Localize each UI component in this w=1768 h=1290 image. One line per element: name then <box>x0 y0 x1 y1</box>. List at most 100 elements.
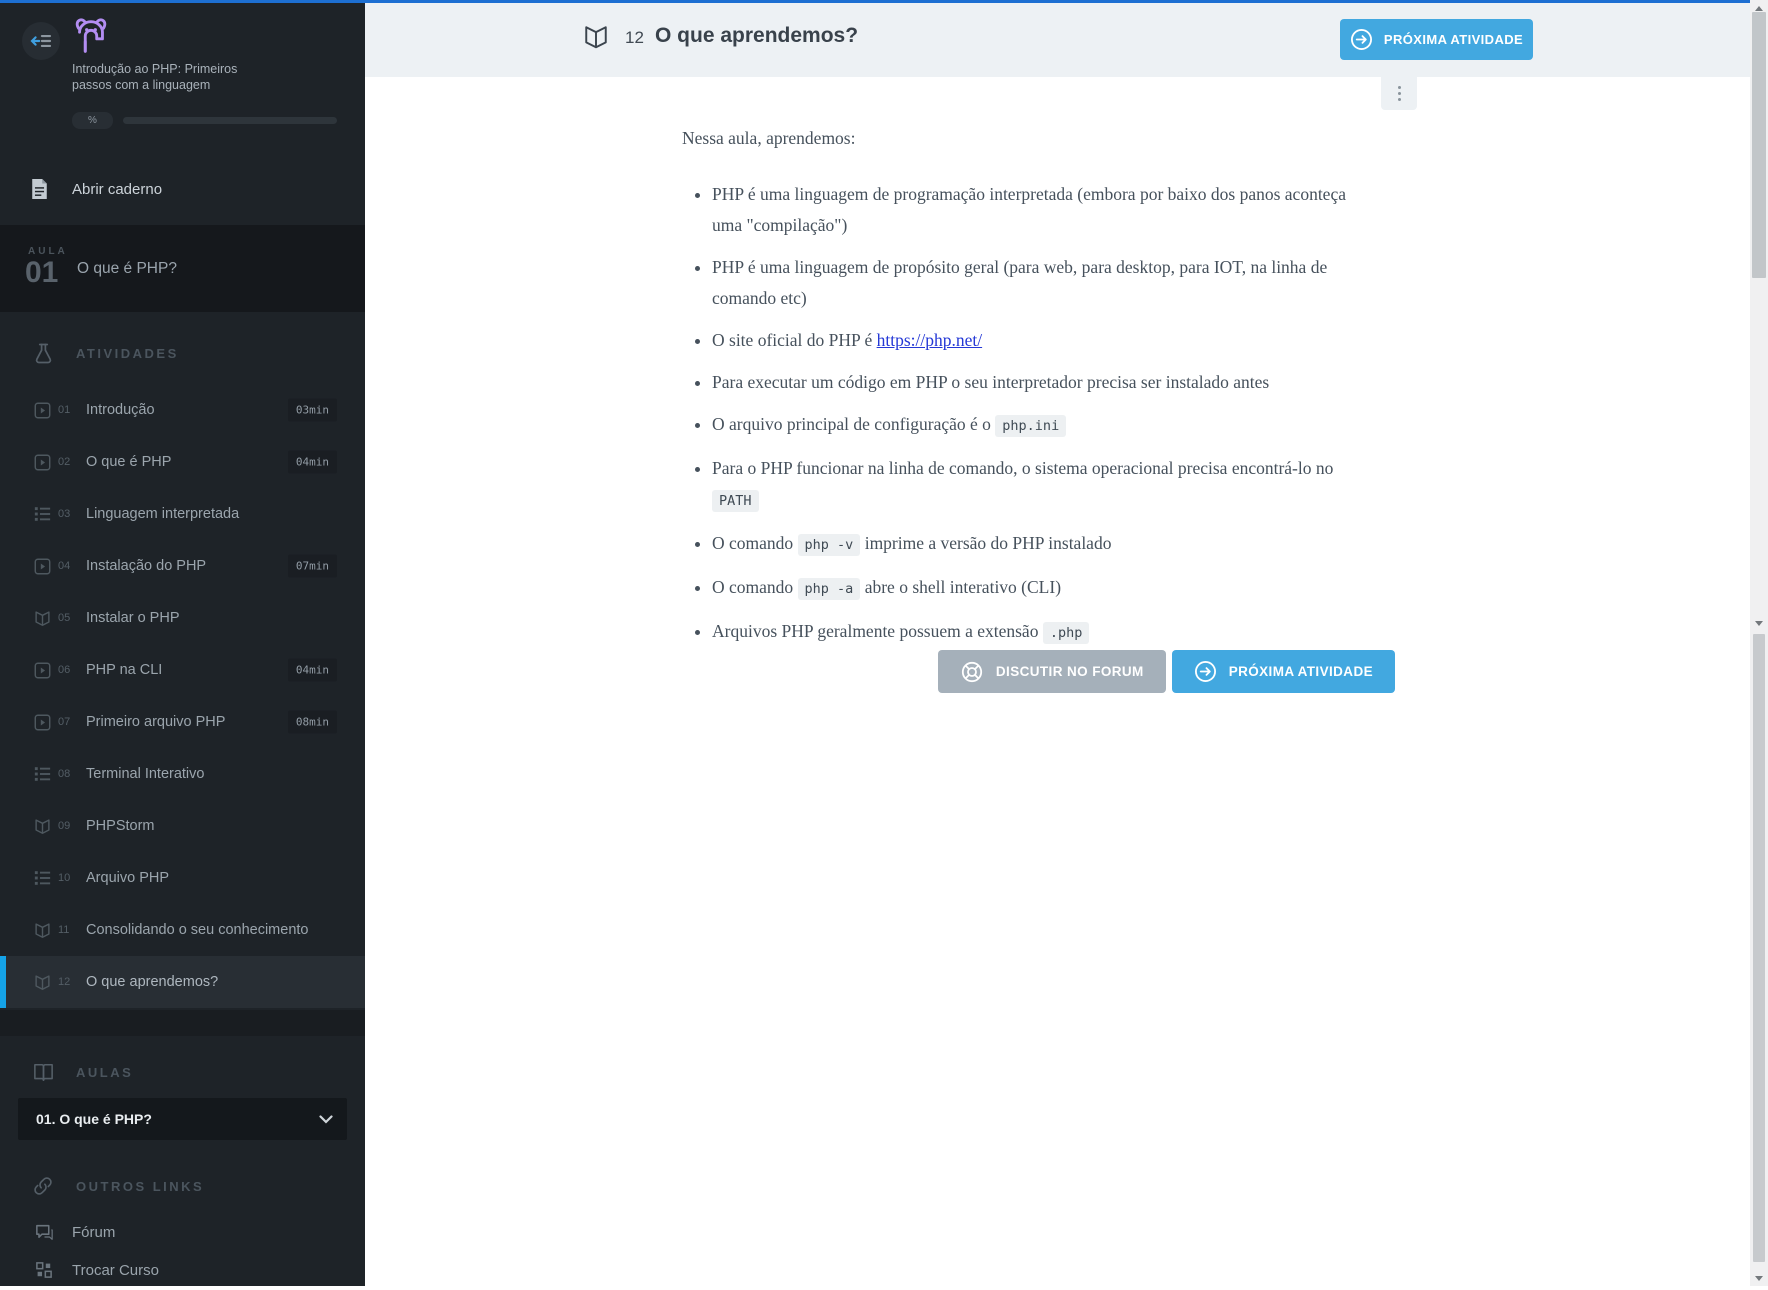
activity-label: Terminal Interativo <box>86 766 204 782</box>
arrow-right-circle-icon <box>1194 660 1217 683</box>
activity-duration-badge: 07min <box>288 555 337 578</box>
sidebar-item-forum[interactable]: Fórum <box>0 1212 365 1252</box>
switch-course-grid-icon <box>34 1262 54 1278</box>
lesson-content: Nessa aula, aprendemos: PHP é uma lingua… <box>682 112 1395 660</box>
activities-list: 01Introdução03min02O que é PHP04min03Lin… <box>0 384 365 1008</box>
video-activity-icon <box>34 454 51 471</box>
next-activity-button-footer[interactable]: PRÓXIMA ATIVIDADE <box>1172 650 1395 693</box>
activity-label: Consolidando o seu conhecimento <box>86 922 308 938</box>
other-links-section-header: OUTROS LINKS <box>0 1166 365 1206</box>
activity-item-01[interactable]: 01Introdução03min <box>0 384 365 436</box>
inline-code: PATH <box>712 490 759 512</box>
activities-section-label: ATIVIDADES <box>76 346 179 361</box>
aulas-section-header: AULAS <box>0 1052 365 1092</box>
summary-bullet: Para executar um código em PHP o seu int… <box>712 367 1362 398</box>
lesson-number: 01 <box>25 256 58 290</box>
activity-label: Linguagem interpretada <box>86 506 239 522</box>
course-sidebar: Introdução ao PHP: Primeiros passos com … <box>0 0 365 1286</box>
video-activity-icon <box>34 558 51 575</box>
kebab-menu-icon <box>1398 86 1401 89</box>
activity-number: 12 <box>625 28 644 48</box>
activity-label: Instalar o PHP <box>86 610 180 626</box>
scroll-down-arrow-inner[interactable] <box>1750 616 1768 630</box>
activity-item-12[interactable]: 12 O que aprendemos? <box>0 956 365 1008</box>
activity-item-06[interactable]: 06PHP na CLI04min <box>0 644 365 696</box>
activity-item-03[interactable]: 03 Linguagem interpretada <box>0 488 365 540</box>
aulas-book-icon <box>32 1063 54 1082</box>
activity-label: Instalação do PHP <box>86 558 206 574</box>
chevron-down-icon <box>319 1115 333 1124</box>
summary-bullet: Para o PHP funcionar na linha de comando… <box>712 453 1362 517</box>
aulas-section-label: AULAS <box>76 1065 133 1080</box>
php-site-link[interactable]: https://php.net/ <box>877 330 983 350</box>
activity-label: O que é PHP <box>86 454 171 470</box>
lesson-title: O que é PHP? <box>77 260 177 278</box>
summary-bullet: O comando php -v imprime a versão do PHP… <box>712 528 1362 561</box>
collapse-sidebar-icon <box>30 32 52 50</box>
inline-code: php.ini <box>995 415 1066 437</box>
scrollbar-thumb-outer[interactable] <box>1753 634 1765 1262</box>
activity-item-02[interactable]: 02O que é PHP04min <box>0 436 365 488</box>
scroll-down-arrow[interactable] <box>1750 1271 1768 1285</box>
activity-item-08[interactable]: 08Terminal Interativo <box>0 748 365 800</box>
activity-item-05[interactable]: 05 Instalar o PHP <box>0 592 365 644</box>
activity-item-09[interactable]: 09PHPStorm <box>0 800 365 852</box>
open-notebook-button[interactable]: Abrir caderno <box>0 166 365 212</box>
list-activity-icon <box>34 506 51 522</box>
page-scrollbar[interactable] <box>1750 0 1768 1286</box>
trocar-curso-label: Trocar Curso <box>72 1262 159 1279</box>
collapse-sidebar-button[interactable] <box>22 22 60 60</box>
activity-number: 07 <box>58 716 78 728</box>
php-elephant-logo <box>70 15 112 57</box>
lifebuoy-icon <box>960 660 984 684</box>
activity-item-11[interactable]: 11 Consolidando o seu conhecimento <box>0 904 365 956</box>
lesson-select-dropdown[interactable]: 01. O que é PHP? <box>18 1098 347 1140</box>
activity-number: 05 <box>58 612 78 624</box>
summary-bullet: PHP é uma linguagem de propósito geral (… <box>712 252 1362 314</box>
lesson-actions: DISCUTIR NO FORUM PRÓXIMA ATIVIDADE <box>682 650 1395 693</box>
lesson-summary-list: PHP é uma linguagem de programação inter… <box>682 179 1362 649</box>
book-activity-icon <box>34 974 51 991</box>
more-options-button[interactable] <box>1381 77 1417 110</box>
video-activity-icon <box>34 662 51 679</box>
summary-bullet: Arquivos PHP geralmente possuem a extens… <box>712 616 1362 649</box>
activity-label: Arquivo PHP <box>86 870 169 886</box>
progress-bar <box>123 117 337 124</box>
scrollbar-thumb-inner[interactable] <box>1752 12 1766 278</box>
forum-chat-icon <box>34 1224 54 1241</box>
inline-code: .php <box>1043 622 1090 644</box>
activity-item-04[interactable]: 04 Instalação do PHP 07min <box>0 540 365 592</box>
book-activity-icon <box>34 922 51 939</box>
activity-number: 04 <box>58 560 78 572</box>
open-notebook-label: Abrir caderno <box>72 181 162 198</box>
activity-label: PHPStorm <box>86 818 155 834</box>
list-activity-icon <box>34 766 51 782</box>
activity-item-07[interactable]: 07Primeiro arquivo PHP08min <box>0 696 365 748</box>
course-title: Introdução ao PHP: Primeiros passos com … <box>72 61 237 93</box>
links-icon <box>32 1176 54 1196</box>
activity-number: 01 <box>58 404 78 416</box>
activity-header: 12 O que aprendemos? PRÓXIMA ATIVIDADE <box>365 3 1750 77</box>
list-activity-icon <box>34 870 51 886</box>
activity-label: O que aprendemos? <box>86 974 218 990</box>
inline-code: php -v <box>798 534 861 556</box>
activity-number: 12 <box>58 976 78 988</box>
activity-label: PHP na CLI <box>86 662 162 678</box>
discuss-forum-button[interactable]: DISCUTIR NO FORUM <box>938 650 1166 693</box>
activity-number: 03 <box>58 508 78 520</box>
current-lesson-banner[interactable]: AULA 01 O que é PHP? <box>0 225 365 312</box>
summary-bullet: PHP é uma linguagem de programação inter… <box>712 179 1362 241</box>
summary-bullet: O site oficial do PHP é https://php.net/ <box>712 325 1362 356</box>
activity-duration-badge: 04min <box>288 659 337 682</box>
flask-icon <box>32 343 54 364</box>
progress-percent-badge: % <box>72 112 113 129</box>
inline-code: php -a <box>798 578 861 600</box>
activity-number: 11 <box>58 924 78 936</box>
lesson-select-value: 01. O que é PHP? <box>36 1111 152 1127</box>
activity-item-10[interactable]: 10Arquivo PHP <box>0 852 365 904</box>
video-activity-icon <box>34 402 51 419</box>
activity-label: Primeiro arquivo PHP <box>86 714 225 730</box>
next-activity-button-header[interactable]: PRÓXIMA ATIVIDADE <box>1340 19 1533 60</box>
activity-label: Introdução <box>86 402 155 418</box>
sidebar-item-trocar-curso[interactable]: Trocar Curso <box>0 1250 365 1290</box>
